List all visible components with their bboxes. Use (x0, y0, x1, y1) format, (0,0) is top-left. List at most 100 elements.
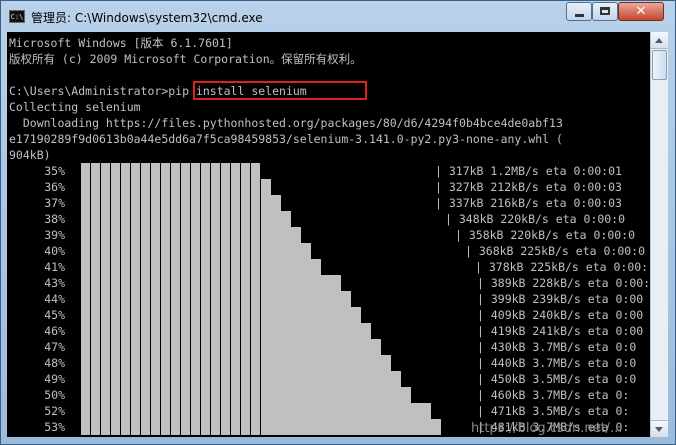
title-bar[interactable]: C:\ 管理员: C:\Windows\system32\cmd.exe ✕ (1, 1, 675, 31)
progress-bar (81, 419, 441, 435)
progress-bar (81, 259, 321, 275)
progress-speed: | 419kB 241kB/s eta 0:00 (477, 324, 644, 338)
progress-bar-fill (81, 387, 261, 403)
console-line: Collecting selenium (9, 100, 141, 114)
progress-bar (81, 291, 351, 307)
progress-bar (81, 371, 401, 387)
progress-percent: 35% (44, 164, 65, 178)
progress-bar (81, 227, 301, 243)
minimize-button[interactable] (566, 2, 592, 21)
progress-bar-fill (81, 291, 261, 307)
progress-percent: 44% (44, 292, 65, 306)
console-line: Downloading https://files.pythonhosted.o… (9, 116, 563, 130)
progress-speed: | 327kB 212kB/s eta 0:00:03 (435, 180, 622, 194)
minimize-icon (575, 14, 584, 17)
progress-percent: 48% (44, 356, 65, 370)
maximize-button[interactable] (592, 2, 618, 21)
progress-bar-tail (261, 419, 441, 435)
progress-speed: | 460kB 3.7MB/s eta 0: (477, 388, 630, 402)
progress-percent: 49% (44, 372, 65, 386)
progress-bar-fill (81, 323, 261, 339)
progress-bar-fill (81, 211, 261, 227)
progress-percent: 36% (44, 180, 65, 194)
console-line: Microsoft Windows [版本 6.1.7601] (9, 36, 233, 50)
progress-percent: 39% (44, 228, 65, 242)
progress-speed: | 368kB 225kB/s eta 0:00:0 (465, 244, 646, 258)
progress-speed: | 358kB 220kB/s eta 0:00:0 (455, 228, 636, 242)
progress-percent: 37% (44, 196, 65, 210)
progress-bar-tail (261, 355, 391, 371)
progress-bar-fill (81, 307, 261, 323)
progress-bar-fill (81, 163, 261, 179)
progress-bar (81, 403, 431, 419)
progress-percent: 46% (44, 324, 65, 338)
maximize-icon (600, 7, 610, 15)
close-button[interactable]: ✕ (618, 2, 664, 21)
progress-bar (81, 179, 271, 195)
progress-speed: | 471kB 3.5MB/s eta 0: (477, 404, 630, 418)
progress-speed: | 430kB 3.7MB/s eta 0:0 (477, 340, 637, 354)
progress-speed: | 389kB 228kB/s eta 0:00: (477, 276, 650, 290)
progress-bar-tail (261, 227, 301, 243)
progress-percent: 45% (44, 308, 65, 322)
cmd-icon[interactable]: C:\ (9, 10, 25, 23)
scroll-up-button[interactable] (651, 32, 668, 49)
progress-bar-tail (261, 291, 351, 307)
progress-bar (81, 323, 371, 339)
progress-bar-tail (261, 259, 321, 275)
progress-bar (81, 243, 311, 259)
command-highlight-box (193, 81, 367, 100)
progress-bar-tail (261, 323, 371, 339)
cmd-window: C:\ 管理员: C:\Windows\system32\cmd.exe ✕ M… (0, 0, 676, 445)
progress-bar (81, 307, 361, 323)
progress-bar-fill (81, 179, 261, 195)
progress-percent: 52% (44, 404, 65, 418)
progress-percent: 43% (44, 276, 65, 290)
progress-bar-fill (81, 419, 261, 435)
progress-bar-tail (261, 339, 381, 355)
progress-percent: 53% (44, 420, 65, 434)
progress-percent: 50% (44, 388, 65, 402)
progress-speed: | 399kB 239kB/s eta 0:00 (477, 292, 644, 306)
progress-percent: 38% (44, 212, 65, 226)
progress-speed: | 409kB 240kB/s eta 0:00 (477, 308, 644, 322)
progress-bar-fill (81, 371, 261, 387)
progress-bar-tail (261, 371, 401, 387)
progress-bar-fill (81, 243, 261, 259)
progress-speed: | 450kB 3.5MB/s eta 0:0 (477, 372, 637, 386)
progress-bar-fill (81, 259, 261, 275)
progress-bar-fill (81, 227, 261, 243)
progress-percent: 41% (44, 260, 65, 274)
progress-speed: | 337kB 216kB/s eta 0:00:03 (435, 196, 622, 210)
progress-speed: | 440kB 3.7MB/s eta 0:0 (477, 356, 637, 370)
vertical-scrollbar[interactable] (650, 32, 668, 437)
progress-percent: 40% (44, 244, 65, 258)
progress-bar (81, 387, 411, 403)
scroll-down-button[interactable] (651, 420, 668, 437)
close-icon: ✕ (635, 4, 647, 19)
progress-bar-fill (81, 195, 261, 211)
progress-bar-tail (261, 179, 271, 195)
progress-bar-tail (261, 195, 281, 211)
console-line: e17190289f9d0613b0a44e5dd6a7f5ca98459853… (9, 132, 563, 146)
progress-bar (81, 163, 261, 179)
progress-bar-fill (81, 339, 261, 355)
console-line: 版权所有 (c) 2009 Microsoft Corporation。保留所有… (9, 52, 362, 66)
window-title: 管理员: C:\Windows\system32\cmd.exe (31, 11, 263, 25)
console-output[interactable]: Microsoft Windows [版本 6.1.7601] 版权所有 (c)… (7, 32, 650, 437)
progress-bar (81, 275, 341, 291)
down-arrow-icon (655, 427, 663, 432)
progress-percent: 47% (44, 340, 65, 354)
progress-speed: | 378kB 225kB/s eta 0:00: (475, 260, 649, 274)
progress-speed: | 317kB 1.2MB/s eta 0:00:01 (435, 164, 622, 178)
scroll-thumb[interactable] (652, 50, 667, 80)
progress-bar-fill (81, 275, 261, 291)
progress-bar (81, 195, 281, 211)
progress-bar (81, 355, 391, 371)
progress-bar-tail (261, 275, 341, 291)
progress-bar-tail (261, 307, 361, 323)
progress-bar-fill (81, 403, 261, 419)
console-line: 904kB) (9, 148, 51, 162)
watermark: https://blog.csdn.net/... (471, 421, 623, 436)
progress-bar-tail (261, 387, 411, 403)
